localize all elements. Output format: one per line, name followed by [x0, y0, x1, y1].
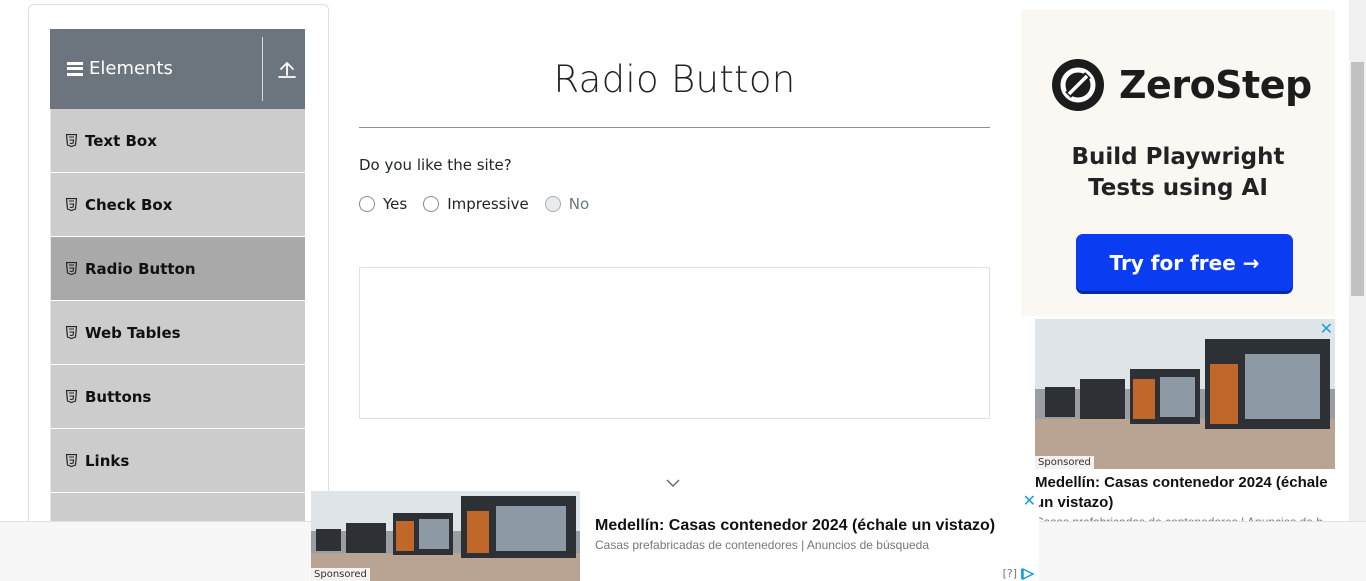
html5-icon	[66, 134, 77, 147]
radio-yes[interactable]: Yes	[359, 195, 407, 213]
bottom-ad-headline[interactable]: Medellín: Casas contenedor 2024 (échale …	[595, 517, 995, 535]
page: Elements Text Box Check Box Radio Button…	[0, 0, 1366, 581]
sidebar-item-web-tables[interactable]: Web Tables	[50, 301, 305, 365]
radio-label[interactable]: Impressive	[447, 195, 529, 213]
radio-no: No	[544, 195, 590, 213]
sidebar-item-label: Check Box	[85, 195, 173, 214]
sidebar-item-radio-button[interactable]: Radio Button	[50, 237, 305, 301]
radio-impressive[interactable]: Impressive	[423, 195, 529, 213]
collapse-arrow-icon[interactable]	[276, 59, 298, 81]
sidebar-item-text-box[interactable]: Text Box	[50, 109, 305, 173]
radio-label: No	[568, 195, 590, 213]
bottom-container-ad[interactable]: Sponsored Medellín: Casas contenedor 202…	[311, 491, 1039, 581]
page-title: Radio Button	[553, 58, 796, 101]
question-text: Do you like the site?	[359, 156, 512, 174]
ad-info[interactable]: [?]	[1003, 567, 1035, 580]
close-icon[interactable]: ✕	[1320, 319, 1333, 338]
html5-icon	[66, 454, 77, 467]
radio-circle[interactable]	[359, 196, 375, 212]
sidebar-item-check-box[interactable]: Check Box	[50, 173, 305, 237]
bottom-ad-subtitle[interactable]: Casas prefabricadas de contenedores | An…	[595, 538, 929, 552]
page-scrollbar[interactable]	[1349, 0, 1366, 581]
ad-info-label[interactable]: [?]	[1003, 567, 1017, 580]
radio-label[interactable]: Yes	[383, 195, 407, 213]
html5-icon	[66, 390, 77, 403]
sidebar-item-links[interactable]: Links	[50, 429, 305, 493]
side-container-ad[interactable]: Sponsored ✕ Medellín: Casas contenedor 2…	[1035, 319, 1335, 529]
zerostep-logo-icon	[1052, 59, 1104, 111]
sidebar-item-label: Radio Button	[85, 259, 196, 278]
radio-group: Yes Impressive No	[359, 195, 605, 213]
chevron-down-icon[interactable]	[666, 478, 680, 488]
menu-icon	[67, 61, 83, 76]
zerostep-headline: Build Playwright Tests using AI	[1071, 144, 1285, 201]
sidebar-item-label: Links	[85, 451, 130, 470]
group-title-label: Elements	[89, 58, 173, 79]
sidebar-item-buttons[interactable]: Buttons	[50, 365, 305, 429]
header-divider	[262, 37, 263, 101]
close-icon[interactable]: ✕	[1023, 491, 1036, 510]
zerostep-brand: ZeroStep	[1119, 63, 1312, 107]
side-ad-headline[interactable]: Medellín: Casas contenedor 2024 (échale …	[1035, 473, 1335, 513]
title-divider	[359, 127, 990, 128]
sidebar-item-label: Web Tables	[85, 323, 181, 342]
try-for-free-button[interactable]: Try for free →	[1076, 234, 1293, 291]
elements-group-header[interactable]: Elements	[50, 29, 305, 109]
radio-circle	[544, 196, 561, 212]
zerostep-logo: ZeroStep	[1051, 58, 1312, 112]
adchoices-icon[interactable]	[1021, 567, 1035, 580]
container-houses-image[interactable]: Sponsored	[1035, 319, 1335, 469]
html5-icon	[66, 326, 77, 339]
zerostep-ad[interactable]: ZeroStep Build Playwright Tests using AI…	[1021, 10, 1335, 316]
radio-circle[interactable]	[423, 196, 440, 212]
sponsored-label: Sponsored	[311, 568, 370, 581]
sponsored-label: Sponsored	[1035, 456, 1094, 469]
container-houses-banner-image[interactable]: Sponsored	[311, 491, 580, 581]
sidebar-menu: Text Box Check Box Radio Button Web Tabl…	[50, 109, 305, 557]
html5-icon	[66, 198, 77, 211]
html5-icon	[66, 262, 77, 275]
sidebar-item-label: Buttons	[85, 387, 152, 406]
scrollbar-thumb[interactable]	[1351, 62, 1364, 296]
ad-placeholder-box	[359, 267, 990, 419]
group-title[interactable]: Elements	[67, 58, 173, 79]
sidebar-item-label: Text Box	[85, 131, 157, 150]
